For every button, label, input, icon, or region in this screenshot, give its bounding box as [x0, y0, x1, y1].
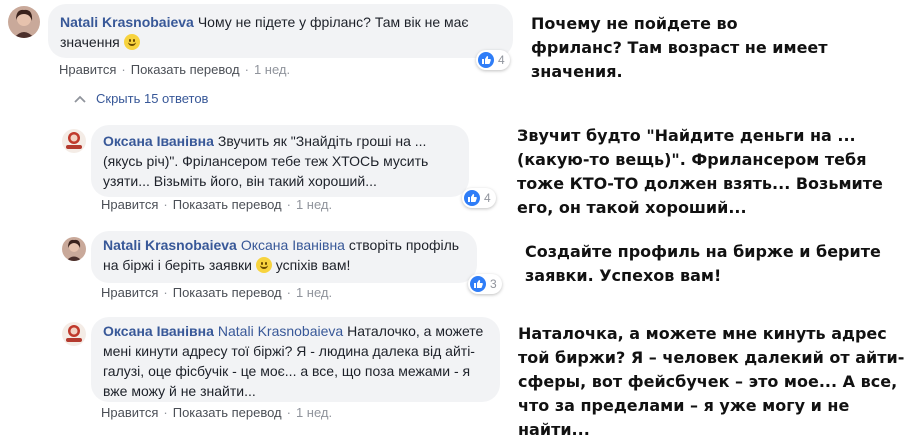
comment-bubble: Natali Krasnobaieva Оксана Іванівна створ…	[91, 231, 477, 283]
avatar-natali[interactable]	[8, 6, 40, 38]
comment-author[interactable]: Natali Krasnobaieva	[60, 14, 194, 30]
reaction-count[interactable]: 4	[476, 50, 510, 70]
translation-note: Наталочка, а можете мне кинуть адрес той…	[518, 324, 905, 439]
like-link[interactable]: Нравится	[101, 197, 158, 212]
reaction-count[interactable]: 3	[468, 274, 502, 294]
translation-note: Звучит будто "Найдите деньги на ... (как…	[517, 126, 883, 217]
translate-link[interactable]: Показать перевод	[173, 405, 282, 420]
hide-replies-link[interactable]: Скрыть 15 ответов	[74, 91, 208, 106]
mention-link[interactable]: Natali Krasnobaieva	[218, 323, 343, 339]
like-link[interactable]: Нравится	[101, 285, 158, 300]
like-link[interactable]: Нравится	[101, 405, 158, 420]
comment-author[interactable]: Оксана Іванівна	[103, 133, 214, 149]
translate-link[interactable]: Показать перевод	[173, 197, 282, 212]
timestamp[interactable]: 1 нед.	[254, 62, 290, 77]
smiley-icon	[123, 34, 140, 50]
translate-link[interactable]: Показать перевод	[173, 285, 282, 300]
comment-bubble: Natali Krasnobaieva Чому не підете у фріл…	[48, 4, 513, 58]
timestamp[interactable]: 1 нед.	[296, 197, 332, 212]
comment-bubble: Оксана Іванівна Звучить як "Знайдіть грош…	[91, 125, 469, 197]
like-link[interactable]: Нравится	[59, 62, 116, 77]
comment-actions: Нравится · Показать перевод · 1 нед.	[101, 197, 333, 212]
thumbs-up-icon	[470, 276, 486, 292]
translate-link[interactable]: Показать перевод	[131, 62, 240, 77]
comment-bubble: Оксана Іванівна Natali Krasnobaieva Натал…	[91, 317, 500, 402]
avatar-oksana[interactable]	[62, 129, 86, 153]
smiley-icon	[255, 257, 272, 273]
timestamp[interactable]: 1 нед.	[296, 285, 332, 300]
comment-actions: Нравится · Показать перевод · 1 нед.	[101, 285, 333, 300]
comment-author[interactable]: Natali Krasnobaieva	[103, 237, 237, 253]
chevron-up-icon	[74, 95, 86, 103]
avatar-natali[interactable]	[62, 237, 86, 261]
comment-actions: Нравится · Показать перевод · 1 нед.	[59, 62, 291, 77]
comment-text-tail: успіхів вам!	[275, 257, 351, 273]
avatar-oksana[interactable]	[62, 322, 86, 346]
thumbs-up-icon	[464, 190, 480, 206]
reaction-count[interactable]: 4	[462, 188, 496, 208]
translation-note: Почему не пойдете во фриланс? Там возрас…	[531, 14, 828, 81]
comment-actions: Нравится · Показать перевод · 1 нед.	[101, 405, 333, 420]
mention-link[interactable]: Оксана Іванівна	[241, 237, 345, 253]
thumbs-up-icon	[478, 52, 494, 68]
comment-author[interactable]: Оксана Іванівна	[103, 323, 214, 339]
translation-note: Создайте профиль на бирже и берите заявк…	[525, 242, 881, 285]
timestamp[interactable]: 1 нед.	[296, 405, 332, 420]
